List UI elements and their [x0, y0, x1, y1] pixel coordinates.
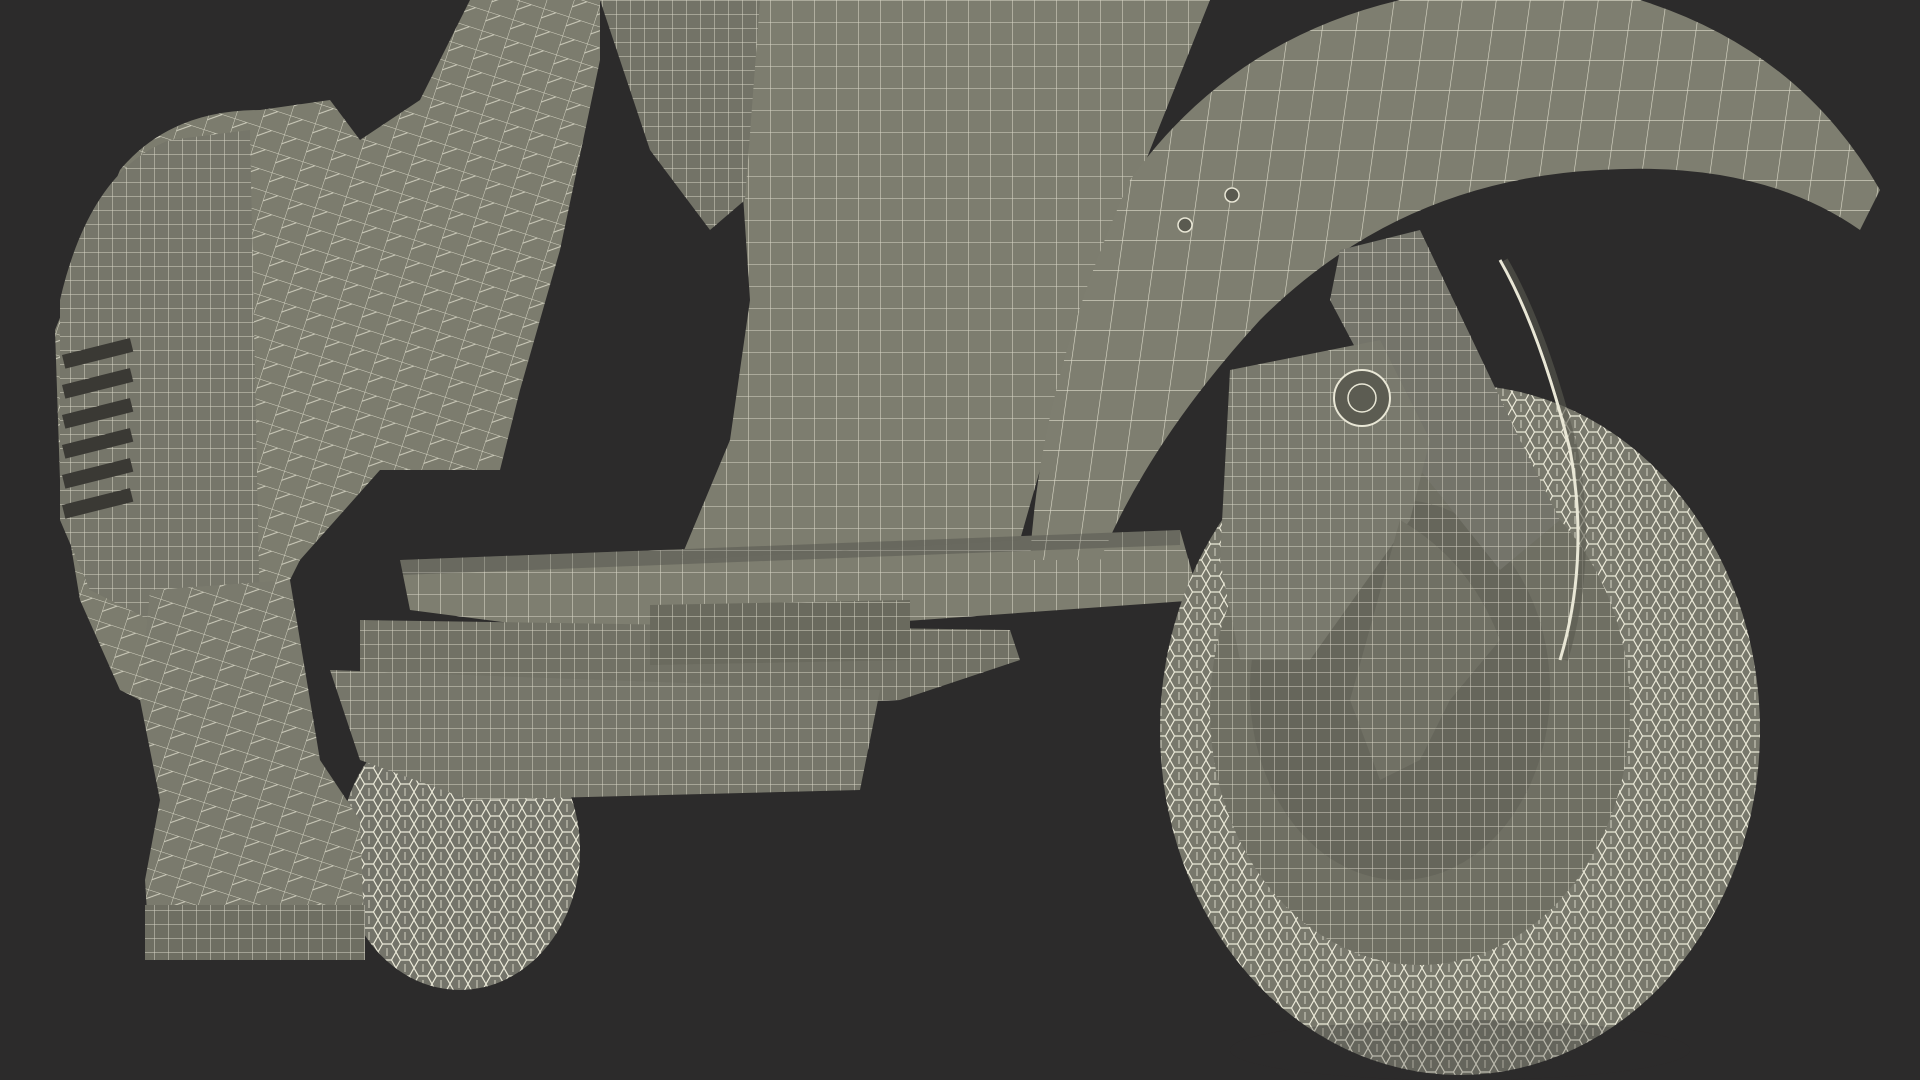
- boot-mesh: [140, 580, 365, 960]
- fender-bolt: [1224, 187, 1240, 203]
- axle-hub: [1333, 369, 1391, 427]
- engine-cover-mesh: [60, 130, 260, 620]
- scooter-wireframe-render: [55, 0, 1880, 1080]
- fender-bolt: [1177, 217, 1193, 233]
